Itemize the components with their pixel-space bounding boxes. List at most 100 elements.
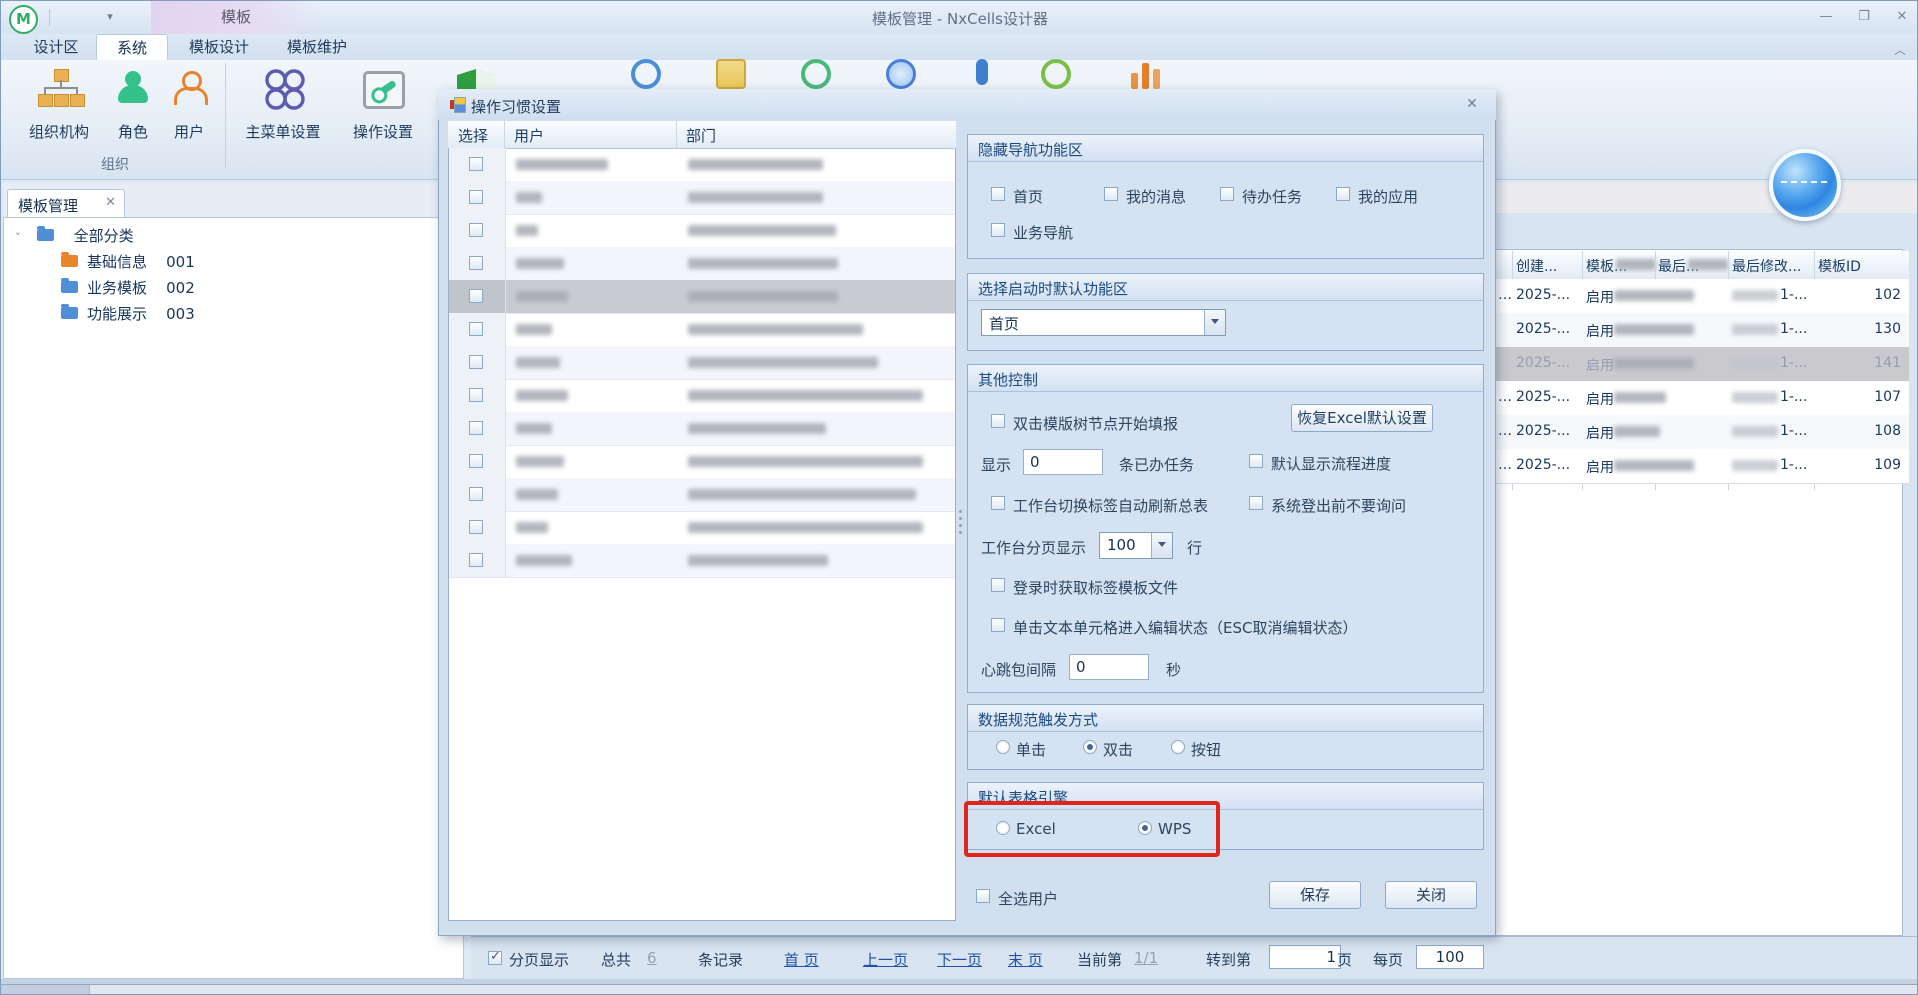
- goto-page-input[interactable]: [1269, 945, 1341, 969]
- col-last-modified[interactable]: 最后修改...: [1732, 256, 1801, 276]
- floating-assistant-ball[interactable]: [1769, 149, 1841, 221]
- prev-page-link[interactable]: 上一页: [863, 949, 908, 970]
- chevron-down-icon[interactable]: [1151, 533, 1172, 558]
- user-row[interactable]: [449, 412, 955, 446]
- checkbox-auto-refresh-label[interactable]: 工作台切换标签自动刷新总表: [1013, 495, 1208, 516]
- table-row[interactable]: … 2025-... 启用 1-... 102: [1496, 279, 1909, 314]
- checkbox-my-messages[interactable]: [1104, 187, 1118, 201]
- row-checkbox[interactable]: [469, 355, 483, 369]
- workbench-rows-combobox[interactable]: 100: [1099, 532, 1173, 559]
- paged-display-label[interactable]: 分页显示: [509, 949, 569, 970]
- user-row[interactable]: [449, 544, 955, 578]
- tab-template-maintain[interactable]: 模板维护: [269, 34, 365, 60]
- checkbox-click-edit-label[interactable]: 单击文本单元格进入编辑状态（ESC取消编辑状态）: [1013, 617, 1357, 638]
- row-checkbox[interactable]: [469, 322, 483, 336]
- first-page-link[interactable]: 首 页: [784, 949, 819, 970]
- row-checkbox[interactable]: [469, 388, 483, 402]
- radio-single-click[interactable]: [996, 740, 1010, 754]
- minimize-button[interactable]: —: [1811, 9, 1841, 26]
- table-row[interactable]: 2025-... 启用 1-... 130: [1496, 313, 1909, 348]
- restore-excel-defaults-button[interactable]: 恢复Excel默认设置: [1291, 404, 1433, 432]
- tab-system[interactable]: 系统: [96, 34, 168, 61]
- checkbox-my-apps[interactable]: [1336, 187, 1350, 201]
- close-dialog-button[interactable]: 关闭: [1385, 881, 1477, 909]
- user-row[interactable]: [449, 181, 955, 215]
- checkbox-default-progress[interactable]: [1249, 454, 1263, 468]
- splitter-handle[interactable]: [957, 506, 963, 546]
- col-template-id[interactable]: 模板ID: [1818, 256, 1861, 276]
- checkbox-home[interactable]: [991, 187, 1005, 201]
- paged-display-checkbox[interactable]: [488, 951, 502, 965]
- checkbox-no-ask-logout-label[interactable]: 系统登出前不要询问: [1271, 495, 1406, 516]
- checkbox-business-nav[interactable]: [991, 223, 1005, 237]
- col-department[interactable]: 部门: [686, 125, 716, 146]
- user-row[interactable]: [449, 346, 955, 380]
- table-row-selected[interactable]: 2025-... 启用 1-... 141: [1496, 347, 1909, 382]
- restore-button[interactable]: ❐: [1849, 9, 1879, 26]
- tab-design-area[interactable]: 设计区: [16, 34, 96, 60]
- row-checkbox[interactable]: [469, 157, 483, 171]
- checkbox-todo-tasks[interactable]: [1220, 187, 1234, 201]
- checkbox-todo-tasks-label[interactable]: 待办任务: [1242, 186, 1302, 207]
- close-tab-icon[interactable]: ✕: [105, 195, 116, 210]
- chevron-down-icon[interactable]: ˅: [15, 231, 21, 244]
- user-button[interactable]: 用户: [161, 63, 217, 147]
- row-checkbox[interactable]: [469, 256, 483, 270]
- main-menu-settings-button[interactable]: 主菜单设置: [233, 63, 333, 147]
- checkbox-no-ask-logout[interactable]: [1249, 496, 1263, 510]
- last-page-link[interactable]: 末 页: [1008, 949, 1043, 970]
- checkbox-my-apps-label[interactable]: 我的应用: [1358, 186, 1418, 207]
- user-row[interactable]: [449, 247, 955, 281]
- radio-single-click-label[interactable]: 单击: [1016, 739, 1046, 760]
- heartbeat-interval-input[interactable]: [1069, 654, 1149, 680]
- radio-button-trigger-label[interactable]: 按钮: [1191, 739, 1221, 760]
- checkbox-fetch-template-label[interactable]: 登录时获取标签模板文件: [1013, 577, 1178, 598]
- radio-button-trigger[interactable]: [1171, 740, 1185, 754]
- checkbox-click-edit[interactable]: [991, 618, 1005, 632]
- col-created[interactable]: 创建...: [1516, 256, 1557, 276]
- startup-area-combobox[interactable]: 首页: [981, 309, 1226, 336]
- close-button[interactable]: ✕: [1887, 9, 1917, 26]
- user-row[interactable]: [449, 379, 955, 413]
- taskbar-start-segment[interactable]: [1, 985, 90, 995]
- dialog-close-icon[interactable]: ✕: [1463, 95, 1481, 113]
- user-row-selected[interactable]: [449, 280, 955, 314]
- table-row[interactable]: … 2025-... 启用 1-... 108: [1496, 415, 1909, 450]
- table-row[interactable]: … 2025-... 启用 1-... 109: [1496, 449, 1909, 484]
- row-checkbox[interactable]: [469, 487, 483, 501]
- checkbox-dblclick-fill[interactable]: [991, 414, 1005, 428]
- table-row[interactable]: … 2025-... 启用 1-... 107: [1496, 381, 1909, 416]
- user-row[interactable]: [449, 511, 955, 545]
- user-row[interactable]: [449, 214, 955, 248]
- tab-template-design[interactable]: 模板设计: [171, 34, 267, 60]
- checkbox-select-all-users[interactable]: [976, 889, 990, 903]
- radio-double-click-label[interactable]: 双击: [1103, 739, 1133, 760]
- col-user[interactable]: 用户: [514, 125, 544, 146]
- row-checkbox[interactable]: [469, 421, 483, 435]
- col-select[interactable]: 选择: [458, 125, 488, 146]
- checkbox-select-all-users-label[interactable]: 全选用户: [998, 888, 1058, 909]
- done-tasks-count-input[interactable]: [1023, 449, 1103, 475]
- tree-item-business-template[interactable]: 业务模板 002: [61, 277, 195, 298]
- row-checkbox[interactable]: [469, 520, 483, 534]
- org-structure-button[interactable]: 组织机构: [13, 63, 105, 147]
- tree-item-function-demo[interactable]: 功能展示 003: [61, 303, 195, 324]
- tree-item-all-categories[interactable]: ˅ 全部分类: [15, 225, 134, 246]
- user-row[interactable]: [449, 313, 955, 347]
- row-checkbox[interactable]: [469, 553, 483, 567]
- row-checkbox[interactable]: [469, 190, 483, 204]
- row-checkbox[interactable]: [469, 454, 483, 468]
- collapse-ribbon-icon[interactable]: ︿: [1894, 41, 1906, 58]
- tree-item-basic-info[interactable]: 基础信息 001: [61, 251, 195, 272]
- row-checkbox[interactable]: [469, 289, 483, 303]
- chevron-down-icon[interactable]: [1204, 310, 1225, 335]
- checkbox-my-messages-label[interactable]: 我的消息: [1126, 186, 1186, 207]
- user-row[interactable]: [449, 445, 955, 479]
- tab-template-management[interactable]: 模板管理 ✕: [7, 189, 125, 218]
- row-checkbox[interactable]: [469, 223, 483, 237]
- checkbox-auto-refresh[interactable]: [991, 496, 1005, 510]
- operation-settings-button[interactable]: 操作设置: [339, 63, 427, 147]
- checkbox-dblclick-fill-label[interactable]: 双击模版树节点开始填报: [1013, 413, 1178, 434]
- next-page-link[interactable]: 下一页: [937, 949, 982, 970]
- user-row[interactable]: [449, 148, 955, 182]
